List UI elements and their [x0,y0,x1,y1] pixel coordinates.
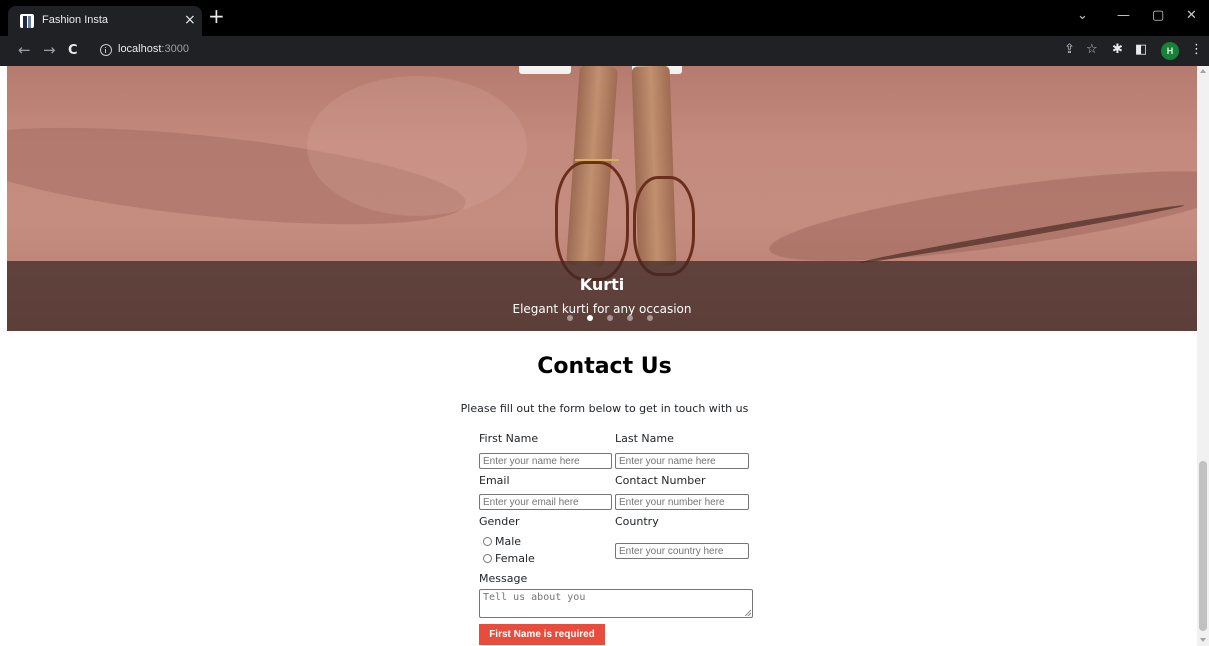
carousel-indicator[interactable] [567,315,573,321]
gender-option-female[interactable]: Female [483,552,535,565]
browser-tab[interactable]: Fashion Insta × [8,6,202,36]
contact-number-label: Contact Number [615,474,706,487]
scroll-down-arrow-icon[interactable] [1200,638,1206,642]
carousel-indicator[interactable] [627,315,633,321]
carousel-caption: Kurti Elegant kurti for any occasion [7,261,1197,331]
side-panel-icon[interactable]: ◧ [1135,42,1147,58]
hero-carousel[interactable]: Kurti Elegant kurti for any occasion [7,66,1197,331]
new-tab-icon[interactable]: + [208,5,225,27]
country-label: Country [615,515,659,528]
address-bar[interactable]: localhost:3000 [90,40,1090,62]
tab-close-icon[interactable]: × [184,12,196,28]
minimize-icon[interactable]: — [1117,8,1130,24]
site-info-icon[interactable] [100,44,112,56]
forward-arrow-icon[interactable]: → [43,41,56,59]
site-favicon-icon [20,14,34,28]
first-name-input[interactable] [479,453,612,469]
share-icon[interactable]: ⇪ [1064,42,1075,58]
carousel-indicator[interactable] [647,315,653,321]
textarea-resize-grip-icon[interactable] [745,610,751,616]
email-input[interactable] [479,494,612,510]
last-name-label: Last Name [615,432,674,445]
tab-title: Fashion Insta [42,14,109,26]
last-name-input[interactable] [615,453,749,469]
country-input[interactable] [615,543,749,559]
first-name-required-error[interactable]: First Name is required [479,624,605,645]
scroll-up-arrow-icon[interactable] [1200,69,1206,73]
white-pant-hem [519,66,571,74]
slide-title: Kurti [579,275,625,294]
email-label: Email [479,474,510,487]
browser-menu-icon[interactable]: ⋮ [1190,42,1203,58]
back-arrow-icon[interactable]: ← [18,41,31,59]
profile-avatar[interactable]: H [1161,42,1179,60]
scroll-thumb[interactable] [1199,461,1207,631]
page-viewport: Kurti Elegant kurti for any occasion Con… [0,66,1209,646]
radio-button[interactable] [483,554,492,563]
message-textarea[interactable] [479,589,753,618]
restore-icon[interactable]: ▢ [1152,8,1164,24]
contact-title: Contact Us [537,354,672,379]
fabric-fold [307,76,527,216]
browser-toolbar: ← → C localhost:3000 ⇪ ☆ ✱ ◧ H ⋮ [0,36,1209,66]
extensions-puzzle-icon[interactable]: ✱ [1112,42,1123,58]
window-close-icon[interactable]: ✕ [1186,8,1197,24]
gender-label: Gender [479,515,520,528]
browser-tab-strip: Fashion Insta × + ⌄ — ▢ ✕ [0,0,1209,36]
gender-option-male[interactable]: Male [483,535,521,548]
url-text[interactable]: localhost:3000 [118,43,189,55]
carousel-indicator[interactable] [587,315,593,321]
carousel-indicator[interactable] [607,315,613,321]
contact-number-input[interactable] [615,494,749,510]
slide-caption: Elegant kurti for any occasion [512,302,692,316]
radio-button[interactable] [483,537,492,546]
contact-subtitle: Please fill out the form below to get in… [460,402,749,415]
bookmark-star-icon[interactable]: ☆ [1086,42,1098,58]
message-label: Message [479,572,528,585]
tab-search-icon[interactable]: ⌄ [1077,8,1088,24]
first-name-label: First Name [479,432,539,445]
reload-icon[interactable]: C [68,42,78,60]
